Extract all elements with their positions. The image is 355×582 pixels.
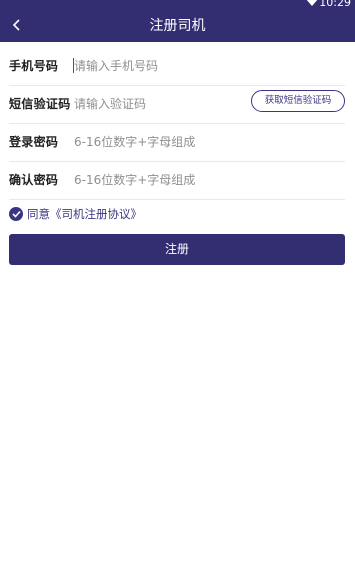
agreement-checkbox[interactable]: 同意《司机注册协议》 [9, 205, 142, 223]
status-bar: 10:29 [0, 0, 355, 10]
checkmark-glyph [11, 210, 21, 218]
page-title: 注册司机 [149, 18, 206, 34]
sms-code-input[interactable] [74, 95, 224, 113]
agreement-link[interactable]: 同意《司机注册协议》 [27, 206, 142, 222]
sms-code-label: 短信验证码 [9, 97, 71, 111]
confirm-password-label: 确认密码 [9, 173, 59, 187]
password-input[interactable] [74, 133, 244, 151]
phone-input[interactable] [74, 57, 244, 75]
password-row: 登录密码 [9, 124, 345, 162]
checkmark-icon [9, 207, 23, 221]
phone-row: 手机号码 [9, 48, 345, 86]
status-time: 10:29 [319, 0, 351, 9]
register-button[interactable]: 注册 [9, 234, 345, 265]
wifi-icon [305, 0, 319, 6]
confirm-password-row: 确认密码 [9, 162, 345, 200]
password-label: 登录密码 [9, 135, 59, 149]
confirm-password-input[interactable] [74, 171, 244, 189]
sms-code-row: 短信验证码 获取短信验证码 [9, 86, 345, 124]
phone-label: 手机号码 [9, 59, 59, 73]
app-header: 10:29 注册司机 [0, 0, 355, 42]
get-sms-code-button[interactable]: 获取短信验证码 [251, 90, 345, 112]
